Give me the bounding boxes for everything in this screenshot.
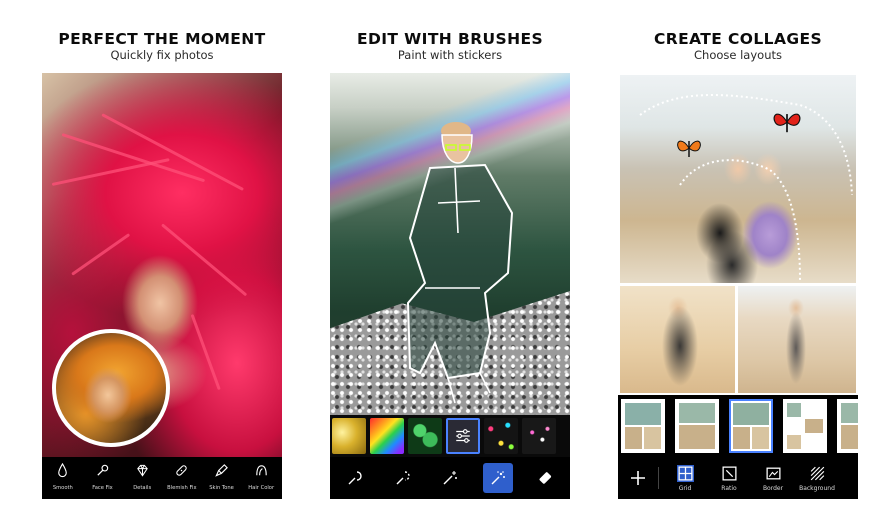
tool-ratio[interactable]: Ratio — [707, 465, 751, 492]
grid-icon — [676, 464, 694, 482]
sticker-gold-glitter[interactable] — [332, 418, 366, 454]
panel-retouch: PERFECT THE MOMENT Quickly fix photos Sm… — [42, 0, 282, 522]
brush-toolbar — [330, 457, 570, 499]
drop-icon — [58, 463, 68, 478]
dotted-outline — [639, 94, 853, 281]
brush-canvas[interactable] — [330, 73, 570, 415]
tool-sparkle-wand[interactable] — [435, 463, 465, 493]
layout-option[interactable] — [837, 399, 858, 453]
layout-option[interactable] — [783, 399, 827, 453]
outlined-person-sticker — [406, 122, 514, 404]
layout-option[interactable] — [675, 399, 719, 453]
tool-skin-tone[interactable]: Skin Tone — [202, 457, 242, 499]
retouch-photo — [42, 73, 282, 457]
wand-icon — [97, 464, 109, 476]
tool-border[interactable]: Border — [751, 465, 795, 492]
panel-brushes: EDIT WITH BRUSHES Paint with stickers — [330, 0, 570, 522]
collage-toolbar: Grid Ratio Border Background — [618, 457, 858, 499]
panel-title: CREATE COLLAGES — [653, 30, 823, 48]
tool-magic-brush[interactable] — [339, 463, 369, 493]
plus-icon — [631, 471, 645, 485]
dotted-brush-icon — [396, 471, 410, 485]
tool-details[interactable]: Details — [122, 457, 162, 499]
tool-grid[interactable]: Grid — [663, 464, 707, 492]
panel-title: EDIT WITH BRUSHES — [356, 30, 544, 48]
diamond-icon — [136, 464, 148, 477]
tool-eraser[interactable] — [531, 463, 561, 493]
collage-cell-bottom-left[interactable] — [620, 286, 735, 393]
eraser-icon — [539, 472, 552, 484]
sticker-settings-selected[interactable] — [446, 418, 480, 454]
panel-subtitle: Quickly fix photos — [110, 48, 214, 62]
sticker-brush-strip — [330, 415, 570, 457]
collage-cell-main[interactable] — [620, 75, 856, 283]
bandage-icon — [176, 465, 188, 476]
hair-icon — [255, 465, 267, 476]
toolbar-divider — [658, 467, 659, 489]
tool-face-fix[interactable]: Face Fix — [83, 457, 123, 499]
sliders-icon — [456, 429, 470, 443]
sticker-sparkle[interactable] — [522, 418, 556, 454]
tool-blemish-fix[interactable]: Blemish Fix — [162, 457, 202, 499]
tool-sticker-brush[interactable] — [483, 463, 513, 493]
brush-icon — [215, 464, 228, 477]
sticker-confetti[interactable] — [484, 418, 518, 454]
panel-collages: CREATE COLLAGES Choose layouts Grid Rati… — [618, 0, 858, 522]
phone-screen: Grid Ratio Border Background — [618, 73, 858, 499]
layout-option[interactable] — [621, 399, 665, 453]
phone-screen: Smooth Face Fix Details Blemish Fix Skin… — [42, 73, 282, 499]
add-photo-button[interactable] — [618, 470, 658, 486]
background-icon — [810, 466, 824, 480]
phone-screen — [330, 73, 570, 499]
ratio-icon — [721, 465, 737, 481]
sticker-rainbow[interactable] — [370, 418, 404, 454]
retouch-toolbar: Smooth Face Fix Details Blemish Fix Skin… — [42, 457, 282, 499]
magic-brush-icon — [348, 471, 362, 485]
before-preview-bubble[interactable] — [52, 329, 170, 447]
sticker-brush-icon — [491, 471, 505, 485]
layout-option-selected[interactable] — [729, 399, 773, 453]
collage-canvas — [618, 73, 858, 395]
sticker-clover[interactable] — [408, 418, 442, 454]
layout-picker — [618, 395, 858, 457]
collage-cell-bottom-right[interactable] — [738, 286, 856, 393]
sparkle-wand-icon — [443, 471, 457, 485]
panel-title: PERFECT THE MOMENT — [58, 30, 266, 48]
panel-subtitle: Paint with stickers — [397, 48, 503, 62]
tool-dotted-brush[interactable] — [387, 463, 417, 493]
panel-subtitle: Choose layouts — [694, 48, 782, 62]
tool-background[interactable]: Background — [795, 465, 839, 492]
tool-smooth[interactable]: Smooth — [43, 457, 83, 499]
border-icon — [765, 467, 781, 479]
tool-hair-color[interactable]: Hair Color — [241, 457, 281, 499]
